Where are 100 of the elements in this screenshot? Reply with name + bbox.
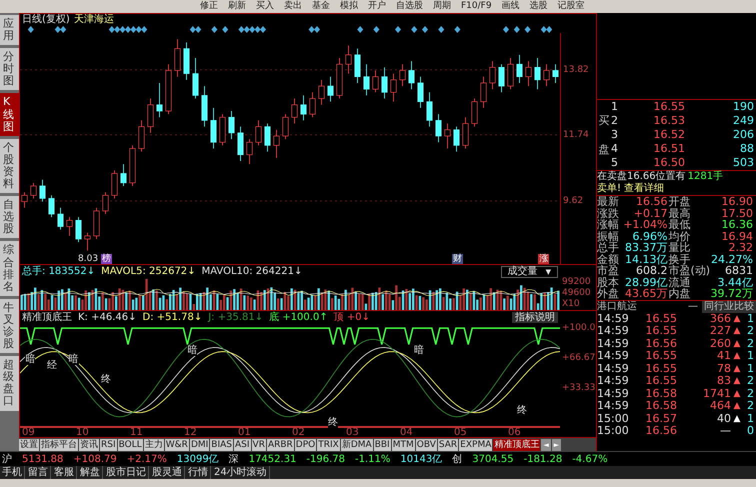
toolbar-item[interactable]: 模拟	[340, 0, 358, 13]
stat-label: 市盈(动)	[668, 265, 708, 276]
trade-count: 1	[747, 412, 755, 425]
indicator-tab[interactable]: 指标平台	[40, 438, 78, 450]
indicator-tab[interactable]: W&R	[164, 438, 189, 450]
candle	[256, 120, 262, 146]
toolbar-item[interactable]: 修正	[200, 0, 218, 13]
stat-label: 股本	[597, 276, 620, 288]
indicator-tab[interactable]: EXPMA	[459, 438, 492, 450]
stat-label: 涨跌	[597, 208, 620, 219]
indicator-tab[interactable]: 精准顶底王	[493, 438, 540, 450]
candle	[192, 58, 198, 99]
stat-value: 16.56	[635, 196, 668, 208]
toolbar-item[interactable]: 卖出	[284, 0, 302, 13]
trade-volume: 366	[709, 312, 731, 325]
indicator-name: 精准顶底王	[22, 310, 72, 325]
indicator-tab[interactable]: 主力	[144, 438, 164, 450]
candle	[552, 64, 558, 84]
indicator-help-button[interactable]: 指标说明	[512, 312, 558, 323]
index-name: 创	[452, 452, 462, 466]
candle	[364, 64, 370, 96]
indicator-tab[interactable]: VR	[252, 438, 266, 450]
trade-price: 16.55	[644, 325, 677, 338]
indicator-tab[interactable]: ARBR	[266, 438, 294, 450]
trade-volume: 1741	[702, 388, 731, 400]
notice-text: 在卖盘16.66位置有	[597, 171, 686, 182]
toolbar-item[interactable]: 买入	[256, 0, 274, 13]
indicator-tab[interactable]: MTM	[392, 438, 415, 450]
indicator-tab[interactable]: 资讯	[79, 438, 99, 450]
indicator-tab[interactable]: RSI	[100, 438, 117, 450]
toolbar-item[interactable]: 画线	[502, 0, 520, 13]
sidebar-tab[interactable]: 自选股	[0, 196, 19, 238]
trade-volume: 83	[716, 375, 731, 388]
legend-value: 底 +100.0↑	[269, 310, 328, 325]
trade-volume: 260	[709, 338, 731, 350]
indicator-tab[interactable]: BOLL	[118, 438, 143, 450]
candle	[480, 76, 486, 108]
trade-price: 16.58	[644, 400, 677, 412]
industry-compare-button[interactable]: 同行业比较	[702, 300, 756, 312]
sidebar-tab[interactable]: 应用	[0, 15, 19, 46]
toolbar-item[interactable]: 刷新	[228, 0, 246, 13]
candle	[372, 70, 378, 93]
toolbar-item[interactable]: 周期	[433, 0, 451, 13]
candle	[48, 194, 54, 218]
toolbar-item[interactable]: 基金	[312, 0, 330, 13]
indicator-tab[interactable]: OBV	[416, 438, 437, 450]
candle	[148, 98, 154, 134]
stat-value: 6831	[724, 265, 754, 276]
indicator-tab[interactable]: 设置	[19, 438, 39, 450]
toolbar-item[interactable]: F10/F9	[461, 0, 492, 13]
up-arrow-icon: ▲	[734, 362, 740, 375]
toolbar-item[interactable]: 选股	[530, 0, 548, 13]
event-tag: 财	[452, 254, 463, 264]
trade-count: 2	[747, 338, 755, 350]
stat-value: 43.65万	[624, 288, 668, 300]
event-tag: 榜	[101, 254, 112, 264]
detail-link[interactable]: 卖单! 查看详细	[597, 183, 664, 195]
candle	[454, 126, 460, 152]
indicator-tab[interactable]: DMI	[190, 438, 210, 450]
toolbar-item[interactable]: 开户	[368, 0, 386, 13]
toolbar-item[interactable]: 自选股	[396, 0, 423, 13]
chart-period[interactable]: 日线(复权)	[22, 14, 70, 26]
sidebar-tab[interactable]: 分时图	[0, 48, 19, 90]
indicator-tab[interactable]: TRIX	[317, 438, 340, 450]
sidebar-tab[interactable]: K线图	[0, 93, 19, 136]
toolbar-item[interactable]: 记股室	[558, 0, 585, 13]
indicator-tab[interactable]: 新DMA	[340, 438, 373, 450]
index-value: 17452.31	[248, 452, 296, 466]
indicator-tab[interactable]: SAR	[438, 438, 458, 450]
indicator-tab[interactable]: DPO	[294, 438, 316, 450]
candle	[400, 64, 406, 86]
trade-volume: —	[719, 425, 731, 438]
trade-count: 2	[747, 388, 755, 400]
trade-volume: 227	[709, 325, 731, 338]
sidebar-tab[interactable]: 综合排名	[0, 241, 19, 296]
index-change: -181.28	[524, 452, 562, 466]
indicator-tab[interactable]: BIAS	[210, 438, 233, 450]
candle	[418, 76, 424, 108]
candle	[184, 42, 190, 80]
stat-value: 17.50	[720, 208, 754, 219]
candle	[138, 120, 144, 152]
up-arrow-icon: ▲	[734, 312, 740, 325]
candle	[174, 38, 180, 78]
candle	[274, 129, 280, 158]
indicator-tab[interactable]: BBI	[374, 438, 391, 450]
sidebar-tab[interactable]: 牛叉诊股	[0, 298, 19, 354]
candle	[336, 58, 342, 99]
signal-label: 终	[328, 418, 338, 428]
trade-count: 0	[747, 425, 755, 438]
sidebar-tab[interactable]: 个股资料	[0, 138, 19, 194]
signal-label: 经	[47, 360, 57, 371]
trade-time: 14:59	[597, 350, 629, 362]
stat-label: 最新	[597, 196, 620, 208]
candle	[516, 54, 522, 84]
sidebar-tab[interactable]: 超级盘口	[0, 356, 19, 411]
indicator-tab[interactable]: ASI	[234, 438, 251, 450]
month-label: 05	[453, 428, 468, 437]
candle	[166, 64, 172, 115]
stat-label: 量比	[668, 242, 692, 254]
book-price: 16.53	[652, 115, 685, 127]
